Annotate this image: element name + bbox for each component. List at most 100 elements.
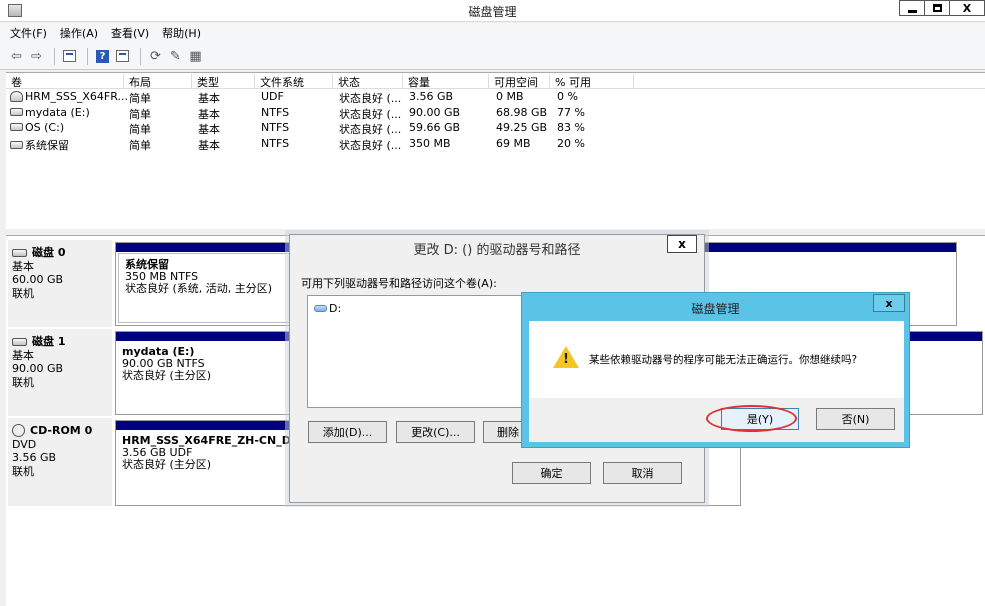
dialog-title: 更改 D: () 的驱动器号和路径 bbox=[413, 243, 581, 258]
disk-1-label[interactable]: 磁盘 1 基本 90.00 GB 联机 bbox=[8, 329, 112, 416]
volume-list-header: 卷 布局 类型 文件系统 状态 容量 可用空间 % 可用 bbox=[6, 73, 985, 89]
cd-volume-icon bbox=[10, 90, 23, 102]
toolbar-divider bbox=[87, 47, 88, 65]
disk-name: 磁盘 1 bbox=[32, 335, 66, 348]
volume-capacity: 59.66 GB bbox=[409, 121, 461, 134]
volume-capacity: 350 MB bbox=[409, 136, 451, 150]
maximize-button[interactable] bbox=[924, 0, 950, 16]
dialog-close-button[interactable]: x bbox=[667, 235, 697, 253]
close-button[interactable]: X bbox=[949, 0, 985, 16]
help-icon[interactable]: ? bbox=[94, 48, 111, 65]
volume-list: 卷 布局 类型 文件系统 状态 容量 可用空间 % 可用 HRM_SSS_X64… bbox=[6, 72, 985, 229]
volume-name: 系统保留 bbox=[25, 138, 69, 152]
disk-state: 联机 bbox=[12, 464, 34, 478]
volume-free-space: 69 MB bbox=[496, 136, 531, 150]
disk-type: DVD bbox=[12, 437, 37, 451]
volume-status: 状态良好 (... bbox=[339, 138, 402, 152]
volume-percent-free: 83 % bbox=[557, 121, 585, 134]
annotation-circle bbox=[706, 405, 797, 432]
volume-layout: 简单 bbox=[129, 138, 151, 152]
column-header-type[interactable]: 类型 bbox=[192, 74, 255, 89]
drive-icon bbox=[314, 305, 327, 312]
column-header-volume[interactable]: 卷 bbox=[6, 74, 124, 89]
volume-percent-free: 0 % bbox=[557, 90, 578, 103]
list-item[interactable]: D: bbox=[314, 302, 341, 315]
volume-percent-free: 77 % bbox=[557, 105, 585, 119]
volume-icon bbox=[10, 107, 23, 116]
disk-0-label[interactable]: 磁盘 0 基本 60.00 GB 联机 bbox=[8, 240, 112, 327]
disk-type: 基本 bbox=[12, 259, 34, 273]
no-button[interactable]: 否(N) bbox=[816, 408, 895, 430]
column-header-capacity[interactable]: 容量 bbox=[403, 74, 489, 89]
volume-filesystem: NTFS bbox=[261, 121, 290, 134]
volume-free-space: 68.98 GB bbox=[496, 105, 548, 119]
maximize-icon bbox=[932, 4, 942, 12]
disk-name: CD-ROM 0 bbox=[30, 424, 93, 437]
toolbar-divider bbox=[54, 47, 55, 65]
disk-settings-icon[interactable]: ▦ bbox=[187, 48, 204, 65]
disk-icon bbox=[12, 337, 27, 346]
back-arrow-icon[interactable]: ⇦ bbox=[8, 48, 25, 65]
volume-filesystem: NTFS bbox=[261, 105, 290, 119]
cdrom-icon bbox=[12, 424, 25, 438]
column-header-layout[interactable]: 布局 bbox=[124, 74, 192, 89]
volume-capacity: 3.56 GB bbox=[409, 90, 454, 103]
window-title: 磁盘管理 bbox=[468, 5, 517, 19]
toolbar-divider bbox=[140, 47, 141, 65]
volume-filesystem: NTFS bbox=[261, 136, 290, 150]
dialog-message: 某些依赖驱动器号的程序可能无法正确运行。你想继续吗? bbox=[589, 354, 858, 366]
column-header-percent-free[interactable]: % 可用 bbox=[550, 74, 634, 89]
volume-icon bbox=[10, 123, 23, 131]
table-row[interactable]: 系统保留 简单 基本 NTFS 状态良好 (... 350 MB 69 MB 2… bbox=[6, 136, 985, 152]
menu-help[interactable]: 帮助(H) bbox=[162, 25, 201, 41]
partition-status: 状态良好 (系统, 活动, 主分区) bbox=[125, 282, 273, 295]
menu-action[interactable]: 操作(A) bbox=[60, 25, 98, 41]
window-controls: X bbox=[899, 0, 985, 16]
disk-type: 基本 bbox=[12, 348, 34, 362]
volume-name: HRM_SSS_X64FR... bbox=[25, 90, 128, 103]
change-button[interactable]: 更改(C)... bbox=[396, 421, 475, 443]
table-row[interactable]: OS (C:) 简单 基本 NTFS 状态良好 (... 59.66 GB 49… bbox=[6, 120, 985, 136]
forward-arrow-icon[interactable]: ⇨ bbox=[28, 48, 45, 65]
ok-button[interactable]: 确定 bbox=[512, 462, 591, 484]
cdrom-0-label[interactable]: CD-ROM 0 DVD 3.56 GB 联机 bbox=[8, 418, 112, 506]
disk-state: 联机 bbox=[12, 286, 34, 300]
export-icon[interactable]: ✎ bbox=[167, 48, 184, 65]
dialog-close-button[interactable]: x bbox=[873, 294, 905, 312]
add-button[interactable]: 添加(D)... bbox=[308, 421, 387, 443]
disk-name: 磁盘 0 bbox=[32, 246, 66, 259]
minimize-button[interactable] bbox=[899, 0, 925, 16]
dialog-title: 磁盘管理 bbox=[691, 302, 740, 316]
volume-name: mydata (E:) bbox=[25, 105, 90, 119]
column-header-filesystem[interactable]: 文件系统 bbox=[255, 74, 333, 89]
volume-percent-free: 20 % bbox=[557, 136, 585, 150]
drive-letter: D: bbox=[329, 302, 342, 315]
close-icon: X bbox=[962, 1, 972, 15]
volume-filesystem: UDF bbox=[261, 90, 284, 103]
table-row[interactable]: HRM_SSS_X64FR... 简单 基本 UDF 状态良好 (... 3.5… bbox=[6, 89, 985, 105]
console-tree-icon[interactable] bbox=[61, 48, 78, 65]
menu-bar: 文件(F) 操作(A) 查看(V) 帮助(H) bbox=[0, 23, 985, 43]
table-row[interactable]: mydata (E:) 简单 基本 NTFS 状态良好 (... 90.00 G… bbox=[6, 105, 985, 121]
menu-view[interactable]: 查看(V) bbox=[111, 25, 149, 41]
disk-state: 联机 bbox=[12, 375, 34, 389]
properties-icon[interactable] bbox=[114, 48, 131, 65]
dialog-content: ! 某些依赖驱动器号的程序可能无法正确运行。你想继续吗? bbox=[529, 321, 904, 398]
disk-size: 60.00 GB bbox=[12, 273, 64, 286]
menu-file[interactable]: 文件(F) bbox=[10, 25, 47, 41]
dialog-prompt: 可用下列驱动器号和路径访问这个卷(A): bbox=[301, 277, 497, 290]
refresh-icon[interactable]: ⟳ bbox=[147, 48, 164, 65]
minimize-icon bbox=[907, 9, 917, 13]
disk-size: 90.00 GB bbox=[12, 362, 64, 375]
cancel-button[interactable]: 取消 bbox=[603, 462, 682, 484]
volume-type: 基本 bbox=[198, 138, 220, 152]
volume-free-space: 49.25 GB bbox=[496, 121, 548, 134]
toolbar: ⇦ ⇨ ? ⟳ ✎ ▦ bbox=[0, 43, 985, 70]
disk-icon bbox=[12, 248, 27, 257]
column-header-status[interactable]: 状态 bbox=[333, 74, 403, 89]
volume-free-space: 0 MB bbox=[496, 90, 524, 103]
volume-name: OS (C:) bbox=[25, 121, 65, 134]
column-header-free-space[interactable]: 可用空间 bbox=[489, 74, 550, 89]
title-bar: 磁盘管理 X bbox=[0, 0, 985, 22]
volume-icon bbox=[10, 140, 23, 149]
